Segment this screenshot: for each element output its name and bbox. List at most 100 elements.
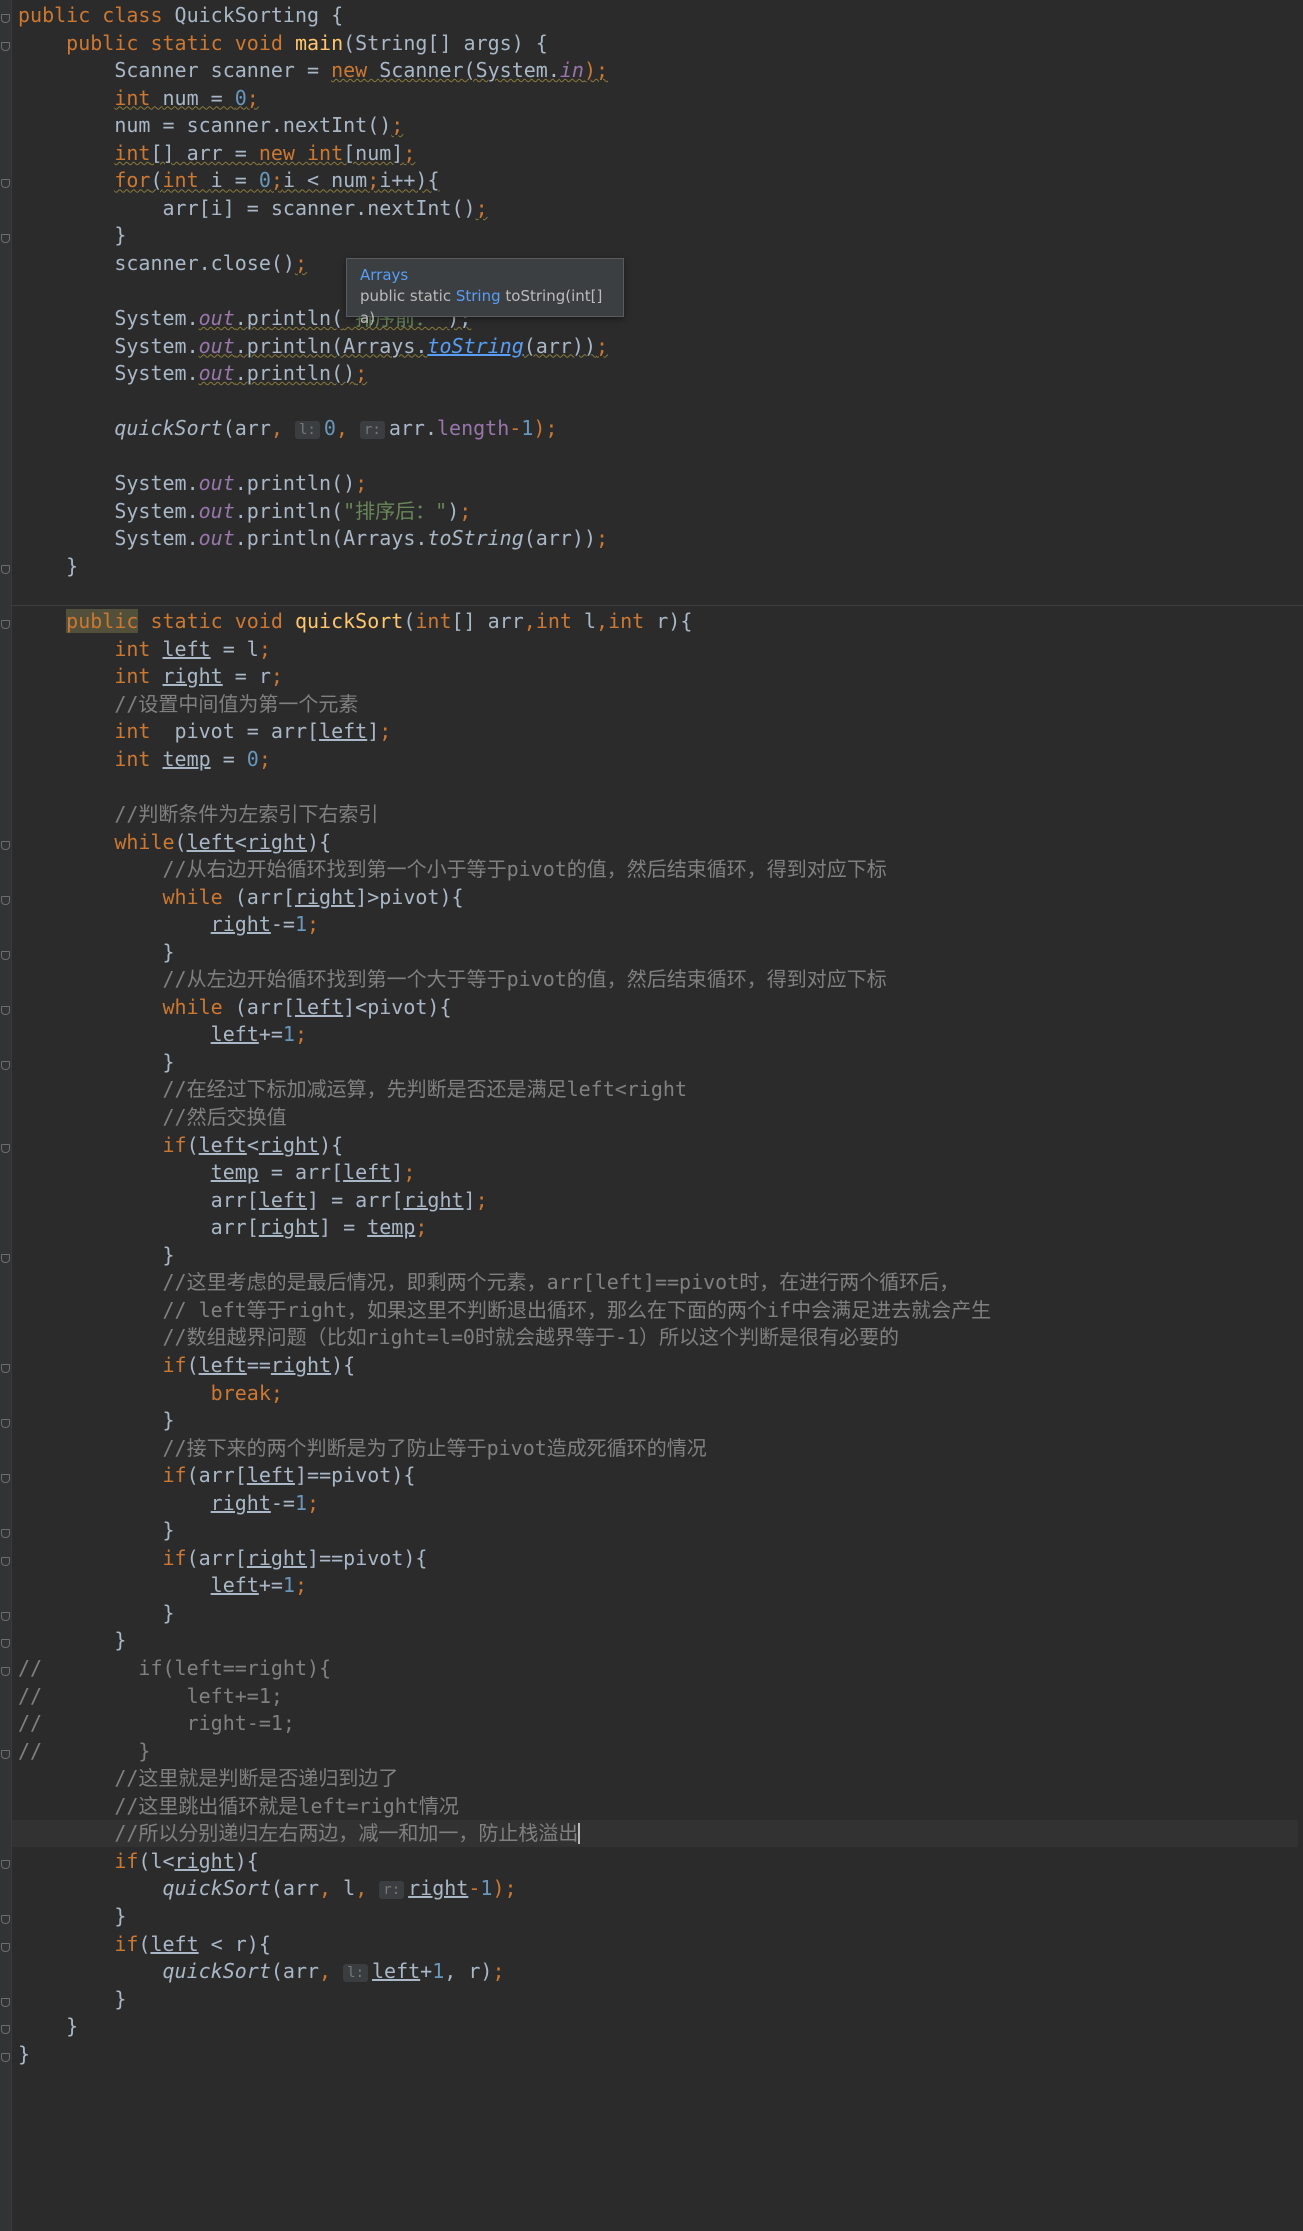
- code-line[interactable]: }: [18, 222, 1298, 249]
- fold-marker-icon[interactable]: [1, 1363, 10, 1373]
- code-line[interactable]: int left = l;: [18, 636, 1298, 663]
- code-line[interactable]: // left等于right，如果这里不判断退出循环，那么在下面的两个if中会满…: [18, 1297, 1298, 1324]
- code-line[interactable]: if(arr[left]==pivot){: [18, 1462, 1298, 1489]
- code-line[interactable]: // }: [18, 1738, 1298, 1765]
- fold-marker-icon[interactable]: [1, 1997, 10, 2007]
- code-line[interactable]: }: [18, 2013, 1298, 2040]
- code-line[interactable]: int pivot = arr[left];: [18, 718, 1298, 745]
- code-line[interactable]: //数组越界问题（比如right=l=0时就会越界等于-1）所以这个判断是很有必…: [18, 1324, 1298, 1351]
- code-line[interactable]: }: [18, 2041, 1298, 2068]
- code-line[interactable]: scanner.close();: [18, 250, 1298, 277]
- code-line[interactable]: arr[left] = arr[right];: [18, 1187, 1298, 1214]
- fold-marker-icon[interactable]: [1, 1942, 10, 1952]
- code-line[interactable]: int right = r;: [18, 663, 1298, 690]
- fold-marker-icon[interactable]: [1, 2052, 10, 2062]
- fold-marker-icon[interactable]: [1, 2025, 10, 2035]
- code-line[interactable]: }: [18, 1600, 1298, 1627]
- code-line[interactable]: //在经过下标加减运算，先判断是否还是满足left<right: [18, 1076, 1298, 1103]
- fold-marker-icon[interactable]: [1, 41, 10, 51]
- fold-marker-icon[interactable]: [1, 1556, 10, 1566]
- code-line[interactable]: if(left==right){: [18, 1352, 1298, 1379]
- code-line[interactable]: public static void quickSort(int[] arr,i…: [18, 608, 1298, 635]
- fold-marker-icon[interactable]: [1, 1060, 10, 1070]
- code-line[interactable]: arr[i] = scanner.nextInt();: [18, 195, 1298, 222]
- code-line[interactable]: quickSort(arr, l, r: right-1);: [18, 1875, 1298, 1902]
- code-line[interactable]: quickSort(arr, l: 0, r: arr.length-1);: [18, 415, 1298, 442]
- code-line[interactable]: System.out.println();: [18, 360, 1298, 387]
- code-line[interactable]: left+=1;: [18, 1572, 1298, 1599]
- fold-marker-icon[interactable]: [1, 620, 10, 630]
- fold-marker-icon[interactable]: [1, 1639, 10, 1649]
- code-line[interactable]: [18, 388, 1298, 415]
- code-line[interactable]: //这里跳出循环就是left=right情况: [18, 1793, 1298, 1820]
- code-line[interactable]: int temp = 0;: [18, 746, 1298, 773]
- code-line[interactable]: System.out.println(Arrays.toString(arr))…: [18, 525, 1298, 552]
- code-line[interactable]: right-=1;: [18, 1490, 1298, 1517]
- code-line[interactable]: }: [18, 1049, 1298, 1076]
- code-line[interactable]: if(arr[right]==pivot){: [18, 1545, 1298, 1572]
- code-line[interactable]: right-=1;: [18, 911, 1298, 938]
- code-line[interactable]: }: [18, 1242, 1298, 1269]
- code-line[interactable]: //这里就是判断是否递归到边了: [18, 1765, 1298, 1792]
- code-line[interactable]: if(l<right){: [18, 1848, 1298, 1875]
- code-line[interactable]: }: [18, 553, 1298, 580]
- fold-marker-icon[interactable]: [1, 1474, 10, 1484]
- code-line[interactable]: int[] arr = new int[num];: [18, 140, 1298, 167]
- fold-marker-icon[interactable]: [1, 1667, 10, 1676]
- code-line[interactable]: left+=1;: [18, 1021, 1298, 1048]
- code-line[interactable]: public class QuickSorting {: [18, 2, 1298, 29]
- code-line[interactable]: //然后交换值: [18, 1104, 1298, 1131]
- fold-marker-icon[interactable]: [1, 234, 10, 244]
- code-line[interactable]: public static void main(String[] args) {: [18, 30, 1298, 57]
- code-line[interactable]: // if(left==right){: [18, 1655, 1298, 1682]
- code-line[interactable]: for(int i = 0;i < num;i++){: [18, 167, 1298, 194]
- code-line[interactable]: }: [18, 1903, 1298, 1930]
- code-line[interactable]: //所以分别递归左右两边，减一和加一，防止栈溢出: [12, 1820, 1298, 1848]
- code-line[interactable]: //从右边开始循环找到第一个小于等于pivot的值，然后结束循环，得到对应下标: [18, 856, 1298, 883]
- fold-marker-icon[interactable]: [1, 1611, 10, 1621]
- code-line[interactable]: temp = arr[left];: [18, 1159, 1298, 1186]
- fold-marker-icon[interactable]: [1, 1005, 10, 1015]
- code-line[interactable]: System.out.println(Arrays.toString(arr))…: [18, 333, 1298, 360]
- fold-marker-icon[interactable]: [1, 895, 10, 905]
- code-line[interactable]: int num = 0;: [18, 85, 1298, 112]
- code-line[interactable]: }: [18, 939, 1298, 966]
- code-line[interactable]: quickSort(arr, l: left+1, r);: [18, 1958, 1298, 1985]
- code-line[interactable]: arr[right] = temp;: [18, 1214, 1298, 1241]
- code-line[interactable]: [18, 443, 1298, 470]
- code-line[interactable]: [18, 581, 1298, 608]
- fold-marker-icon[interactable]: [1, 1419, 10, 1429]
- code-line[interactable]: if(left<right){: [18, 1132, 1298, 1159]
- code-line[interactable]: //设置中间值为第一个元素: [18, 691, 1298, 718]
- code-line[interactable]: //判断条件为左索引下右索引: [18, 801, 1298, 828]
- code-line[interactable]: // right-=1;: [18, 1710, 1298, 1737]
- fold-marker-icon[interactable]: [1, 565, 10, 574]
- fold-marker-icon[interactable]: [1, 1529, 10, 1539]
- fold-marker-icon[interactable]: [1, 14, 10, 23]
- code-line[interactable]: //这里考虑的是最后情况，即剩两个元素，arr[left]==pivot时，在进…: [18, 1269, 1298, 1296]
- code-editor[interactable]: public class QuickSorting { public stati…: [0, 0, 1303, 2231]
- code-line[interactable]: System.out.println("排序后：");: [18, 498, 1298, 525]
- code-line[interactable]: while(left<right){: [18, 829, 1298, 856]
- code-line[interactable]: [18, 773, 1298, 800]
- code-line[interactable]: // left+=1;: [18, 1683, 1298, 1710]
- fold-marker-icon[interactable]: [1, 1253, 10, 1263]
- code-line[interactable]: }: [18, 1627, 1298, 1654]
- fold-marker-icon[interactable]: [1, 1859, 10, 1869]
- code-line[interactable]: [18, 278, 1298, 305]
- code-line[interactable]: num = scanner.nextInt();: [18, 112, 1298, 139]
- fold-marker-icon[interactable]: [1, 1914, 10, 1924]
- editor-gutter[interactable]: [0, 0, 12, 2231]
- code-line[interactable]: }: [18, 1407, 1298, 1434]
- code-line[interactable]: while (arr[left]<pivot){: [18, 994, 1298, 1021]
- code-line[interactable]: System.out.println("排序前：");: [18, 305, 1298, 332]
- code-line[interactable]: }: [18, 1517, 1298, 1544]
- code-line[interactable]: //接下来的两个判断是为了防止等于pivot造成死循环的情况: [18, 1435, 1298, 1462]
- code-line[interactable]: if(left < r){: [18, 1931, 1298, 1958]
- fold-marker-icon[interactable]: [1, 840, 10, 850]
- code-line[interactable]: System.out.println();: [18, 470, 1298, 497]
- fold-marker-icon[interactable]: [1, 1749, 10, 1759]
- code-line[interactable]: Scanner scanner = new Scanner(System.in)…: [18, 57, 1298, 84]
- code-line[interactable]: //从左边开始循环找到第一个大于等于pivot的值，然后结束循环，得到对应下标: [18, 966, 1298, 993]
- code-line[interactable]: while (arr[right]>pivot){: [18, 884, 1298, 911]
